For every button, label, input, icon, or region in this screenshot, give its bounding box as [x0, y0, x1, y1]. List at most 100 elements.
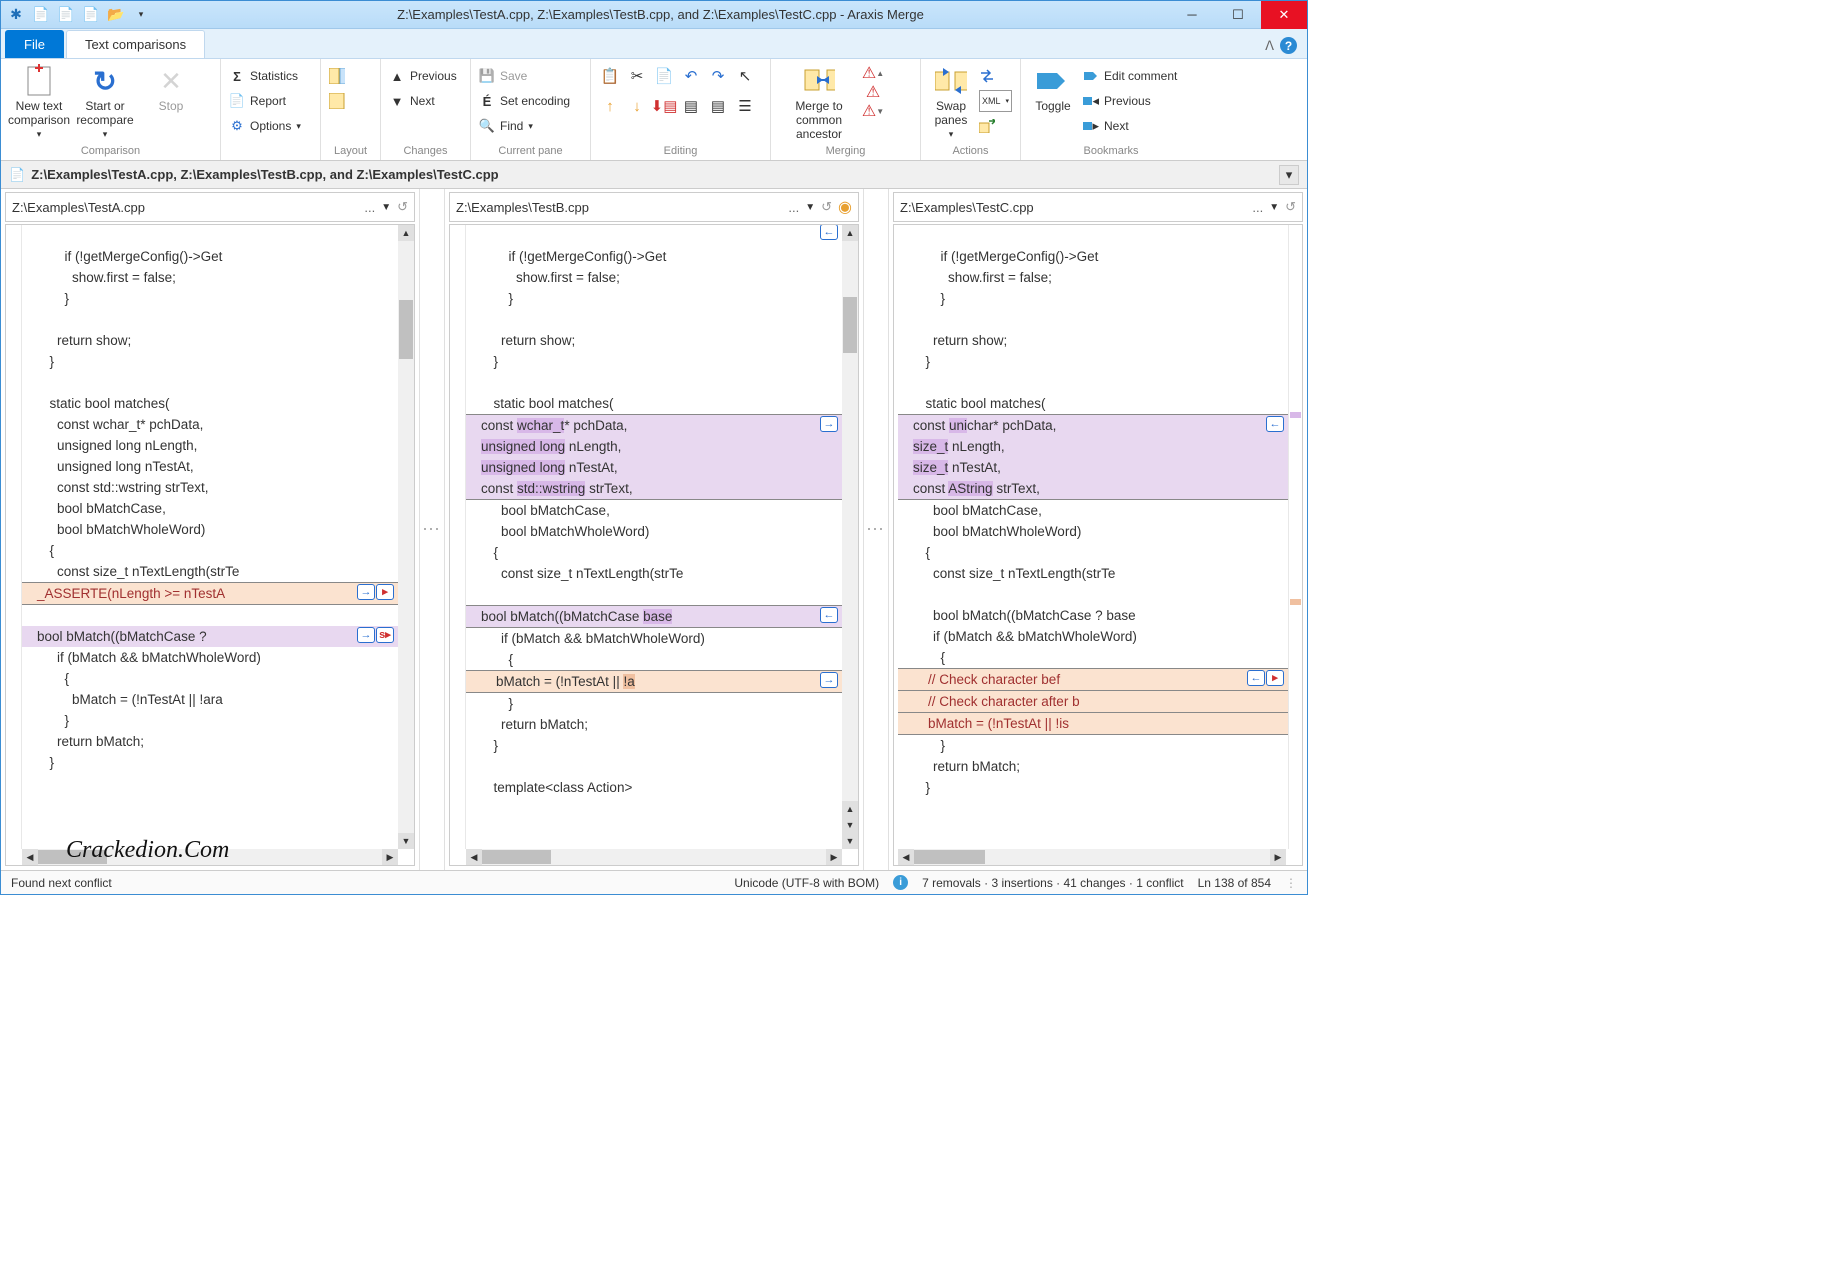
pane-a-history-icon[interactable]: ↺: [397, 199, 408, 215]
statistics-button[interactable]: ΣStatistics: [229, 65, 301, 87]
pane-c-code[interactable]: if (!getMergeConfig()->Get show.first = …: [893, 224, 1303, 866]
pane-a-dropdown-icon[interactable]: ▼: [381, 202, 391, 213]
warning-mid-icon[interactable]: ⚠: [865, 84, 881, 100]
refresh-icon: ↻: [89, 65, 121, 97]
pane-b-code[interactable]: if (!getMergeConfig()->Get show.first = …: [449, 224, 859, 866]
edit-up-icon[interactable]: ↑: [599, 95, 621, 117]
qa-new-icon[interactable]: 📄: [30, 4, 52, 26]
qa-icon2[interactable]: 📄: [55, 4, 77, 26]
qa-icon4[interactable]: 📂: [105, 4, 127, 26]
merge-left-button[interactable]: ←: [820, 225, 838, 240]
pane-b-vscroll[interactable]: ▲▲▼▼: [842, 225, 858, 849]
layout-horizontal-button[interactable]: [329, 65, 345, 87]
status-bar: Found next conflict Unicode (UTF-8 with …: [1, 870, 1307, 894]
document-tab-dropdown[interactable]: ▾: [1279, 165, 1299, 185]
merge-left-button[interactable]: ←: [820, 607, 838, 623]
merge-left-button[interactable]: ←: [1266, 416, 1284, 432]
layout-vertical-button[interactable]: [329, 90, 345, 112]
copy-icon[interactable]: 📄: [653, 65, 675, 87]
cut-icon[interactable]: ✂: [626, 65, 648, 87]
down-triangle-icon: ▼: [389, 93, 405, 109]
pane-a-browse[interactable]: ...: [364, 200, 375, 215]
undo-icon[interactable]: ↶: [680, 65, 702, 87]
merge-left-button[interactable]: ←: [1247, 670, 1265, 686]
pane-b-dropdown-icon[interactable]: ▼: [805, 202, 815, 213]
indent-right-icon[interactable]: ▤: [707, 95, 729, 117]
prev-bookmark-button[interactable]: ◂Previous: [1083, 90, 1177, 112]
maximize-button[interactable]: ☐: [1215, 1, 1261, 29]
pane-c-dropdown-icon[interactable]: ▼: [1269, 202, 1279, 213]
gutter-ab: ⋯: [419, 189, 445, 870]
edit-sort-icon[interactable]: ⬇▤: [653, 95, 675, 117]
search-icon: 🔍: [479, 118, 495, 134]
document-icon: 📄: [9, 167, 25, 183]
pane-c-overview[interactable]: [1288, 225, 1302, 849]
edit-down-icon[interactable]: ↓: [626, 95, 648, 117]
action-export-icon[interactable]: [979, 115, 1012, 137]
list-icon[interactable]: ☰: [734, 95, 756, 117]
warning-down-icon[interactable]: ⚠▼: [865, 103, 881, 119]
qa-dropdown[interactable]: ▾: [130, 4, 152, 26]
merge-app-icon: ✱: [5, 4, 27, 26]
find-button[interactable]: 🔍Find ▾: [479, 115, 570, 137]
stop-button[interactable]: ✕ Stop: [141, 63, 201, 113]
options-button[interactable]: ⚙Options ▾: [229, 115, 301, 137]
pane-a-vscroll[interactable]: ▲▼: [398, 225, 414, 849]
pane-b-title: Z:\Examples\TestB.cpp: [456, 200, 782, 215]
save-icon: 💾: [479, 68, 495, 84]
help-icon[interactable]: ?: [1280, 37, 1297, 54]
gutter-bc: ⋯: [863, 189, 889, 870]
prev-change-button[interactable]: ▲Previous: [389, 65, 457, 87]
merge-ancestor-button[interactable]: Merge to common ancestor: [779, 63, 859, 141]
watermark: Crackedion.Com: [66, 840, 229, 861]
document-tab[interactable]: 📄 Z:\Examples\TestA.cpp, Z:\Examples\Tes…: [9, 167, 499, 183]
merge-right-button[interactable]: →: [357, 584, 375, 600]
pane-b-hscroll[interactable]: ◀▶: [466, 849, 842, 865]
tab-file[interactable]: File: [5, 30, 64, 58]
minimize-button[interactable]: ─: [1169, 1, 1215, 29]
warning-up-icon[interactable]: ⚠▲: [865, 65, 881, 81]
report-button[interactable]: 📄Report: [229, 90, 301, 112]
collapse-ribbon-icon[interactable]: ᐱ: [1265, 38, 1274, 54]
comparison-panes: Z:\Examples\TestA.cpp ... ▼ ↺ if (!getMe…: [1, 189, 1307, 870]
pane-a-code[interactable]: if (!getMergeConfig()->Get show.first = …: [5, 224, 415, 866]
merge-right-button[interactable]: →: [820, 672, 838, 688]
merge-right-button[interactable]: →: [820, 416, 838, 432]
pane-c-history-icon[interactable]: ↺: [1285, 199, 1296, 215]
set-encoding-button[interactable]: ÉSet encoding: [479, 90, 570, 112]
paste-icon[interactable]: 📋: [599, 65, 621, 87]
action-swap-icon[interactable]: [979, 65, 1012, 87]
save-button[interactable]: 💾Save: [479, 65, 570, 87]
merge-cancel-icon[interactable]: ▸: [376, 584, 394, 600]
pane-c-title: Z:\Examples\TestC.cpp: [900, 200, 1246, 215]
close-button[interactable]: ✕: [1261, 1, 1307, 29]
new-text-comparison-button[interactable]: New text comparison▾: [9, 63, 69, 140]
document-tab-bar: 📄 Z:\Examples\TestA.cpp, Z:\Examples\Tes…: [1, 161, 1307, 189]
start-recompare-button[interactable]: ↻ Start or recompare▾: [75, 63, 135, 140]
redo-icon[interactable]: ↷: [707, 65, 729, 87]
info-icon[interactable]: i: [893, 875, 908, 890]
edit-comment-button[interactable]: Edit comment: [1083, 65, 1177, 87]
cursor-icon[interactable]: ↖: [734, 65, 756, 87]
ribbon-tabs: File Text comparisons ᐱ ?: [1, 29, 1307, 59]
swap-panes-button[interactable]: Swap panes▾: [929, 63, 973, 140]
pane-b-modified-icon: ◉: [838, 197, 852, 217]
indent-left-icon[interactable]: ▤: [680, 95, 702, 117]
pane-b-history-icon[interactable]: ↺: [821, 199, 832, 215]
next-bookmark-button[interactable]: ▸Next: [1083, 115, 1177, 137]
up-triangle-icon: ▲: [389, 68, 405, 84]
pane-c-hscroll[interactable]: ◀▶: [898, 849, 1286, 865]
toggle-bookmark-button[interactable]: Toggle: [1029, 63, 1077, 113]
tab-text-comparisons[interactable]: Text comparisons: [66, 30, 205, 58]
action-xml-icon[interactable]: XML▾: [979, 90, 1012, 112]
qa-icon3[interactable]: 📄: [80, 4, 102, 26]
bookmark-edit-icon: [1083, 68, 1099, 84]
encoding-icon: É: [479, 93, 495, 109]
next-change-button[interactable]: ▼Next: [389, 90, 457, 112]
pane-a-title: Z:\Examples\TestA.cpp: [12, 200, 358, 215]
merge-right-button[interactable]: →: [357, 627, 375, 643]
titlebar: ✱ 📄 📄 📄 📂 ▾ Z:\Examples\TestA.cpp, Z:\Ex…: [1, 1, 1307, 29]
pane-b-browse[interactable]: ...: [788, 200, 799, 215]
merge-icon: [803, 65, 835, 97]
pane-c-browse[interactable]: ...: [1252, 200, 1263, 215]
